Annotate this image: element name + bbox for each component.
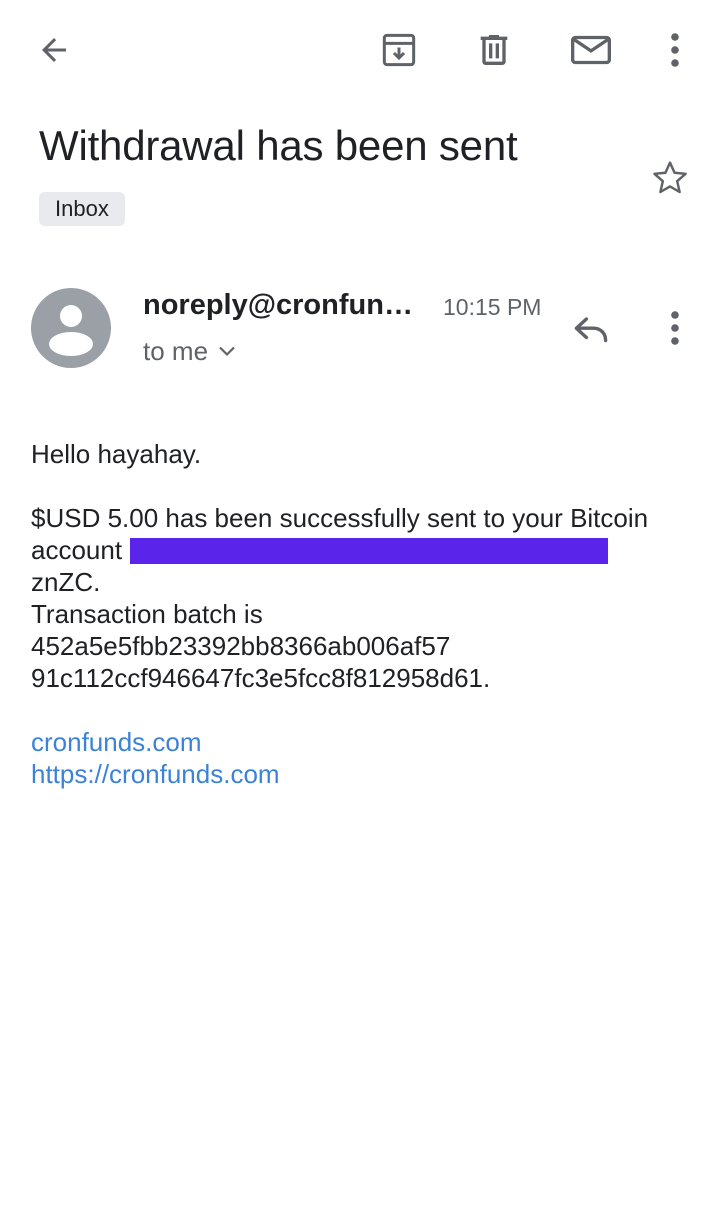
reply-icon xyxy=(574,317,608,343)
greeting-text: Hello hayahay. xyxy=(31,439,202,469)
more-options-button[interactable] xyxy=(652,26,698,74)
cronfunds-url-link[interactable]: https://cronfunds.com xyxy=(31,758,691,790)
cronfunds-link[interactable]: cronfunds.com xyxy=(31,726,691,758)
arrow-left-icon xyxy=(42,38,66,62)
account-line: account xyxy=(31,534,691,566)
transaction-hash-line: 452a5e5fbb23392bb8366ab006af57 xyxy=(31,631,451,661)
transaction-hash-line: 91c112ccf946647fc3e5fcc8f812958d61. xyxy=(31,663,491,693)
mark-unread-button[interactable] xyxy=(566,26,616,74)
recipient-label: to me xyxy=(143,336,209,366)
recipient-details-toggle[interactable]: to me xyxy=(143,334,236,368)
chevron-down-icon xyxy=(219,346,235,357)
person-icon xyxy=(49,305,93,356)
delete-button[interactable] xyxy=(470,26,518,74)
mail-icon xyxy=(571,35,611,65)
star-button[interactable] xyxy=(646,154,694,202)
reply-button[interactable] xyxy=(566,306,616,352)
trash-icon xyxy=(480,35,508,65)
body-line: Transaction batch is xyxy=(31,599,263,629)
body-line: $USD 5.00 has been successfully sent to … xyxy=(31,503,649,533)
back-button[interactable] xyxy=(30,26,78,74)
email-subject: Withdrawal has been sent xyxy=(39,122,518,169)
star-outline-icon xyxy=(653,161,687,194)
message-body: Hello hayahay. $USD 5.00 has been succes… xyxy=(31,438,691,790)
more-vert-icon xyxy=(671,311,679,345)
more-vert-icon xyxy=(671,33,679,67)
inbox-label-chip[interactable]: Inbox xyxy=(39,192,125,226)
sender-avatar[interactable] xyxy=(31,288,111,368)
redacted-address xyxy=(130,538,609,564)
archive-icon xyxy=(382,33,416,67)
body-line: znZC. xyxy=(31,567,101,597)
archive-button[interactable] xyxy=(375,26,423,74)
sender-address[interactable]: noreply@cronfun… xyxy=(143,286,413,324)
message-time: 10:15 PM xyxy=(443,294,542,320)
account-prefix: account xyxy=(31,535,123,565)
message-more-button[interactable] xyxy=(652,304,698,352)
